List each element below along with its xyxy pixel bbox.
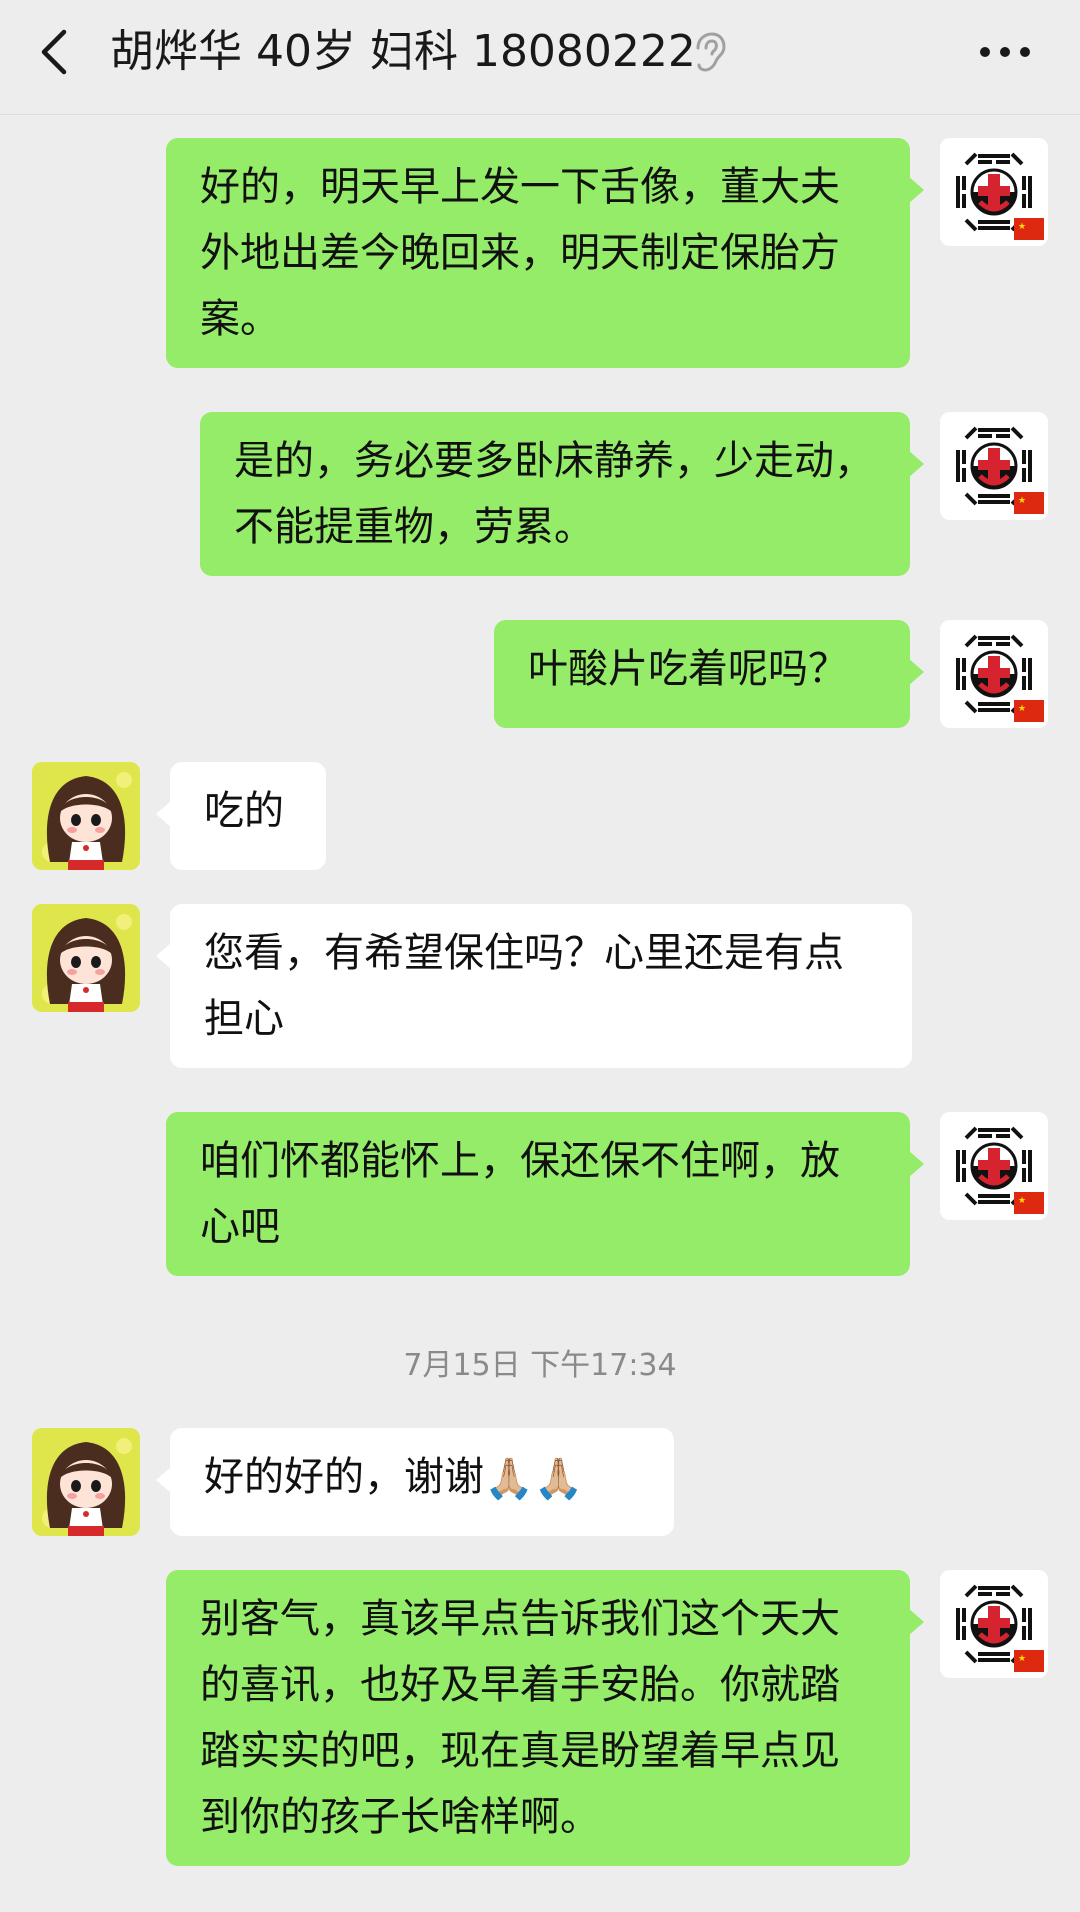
more-options-button[interactable] xyxy=(970,30,1040,74)
contact-avatar[interactable] xyxy=(32,1428,140,1536)
contact-avatar[interactable] xyxy=(32,904,140,1012)
my-message-bubble[interactable]: 别客气，真该早点告诉我们这个天大的喜讯，也好及早着手安胎。你就踏踏实实的吧，现在… xyxy=(166,1570,924,1866)
my-avatar[interactable] xyxy=(940,138,1048,246)
ear-icon xyxy=(690,30,726,74)
contact-avatar[interactable] xyxy=(32,762,140,870)
more-dots-icon xyxy=(980,47,1030,57)
my-avatar[interactable] xyxy=(940,1570,1048,1678)
contact-message-bubble[interactable]: 好的好的，谢谢🙏🏼🙏🏼 xyxy=(156,1428,674,1536)
back-button[interactable] xyxy=(28,22,88,82)
contact-message-bubble[interactable]: 吃的 xyxy=(156,762,326,870)
my-avatar[interactable] xyxy=(940,412,1048,520)
my-avatar[interactable] xyxy=(940,620,1048,728)
my-message-bubble[interactable]: 好的，明天早上发一下舌像，董大夫外地出差今晚回来，明天制定保胎方案。 xyxy=(166,138,924,368)
chat-title: 胡烨华 40岁 妇科 18080222 xyxy=(110,26,696,77)
chat-header: 胡烨华 40岁 妇科 18080222 xyxy=(0,0,1080,115)
pray-emoji-icon: 🙏🏼🙏🏼 xyxy=(484,1456,584,1502)
contact-message-bubble[interactable]: 您看，有希望保住吗？心里还是有点担心 xyxy=(156,904,912,1068)
my-message-bubble[interactable]: 叶酸片吃着呢吗？ xyxy=(494,620,924,728)
chevron-left-icon xyxy=(41,29,67,75)
contact-message-text: 好的好的，谢谢 xyxy=(204,1454,484,1500)
my-avatar[interactable] xyxy=(940,1112,1048,1220)
my-message-bubble[interactable]: 咱们怀都能怀上，保还保不住啊，放心吧 xyxy=(166,1112,924,1276)
my-message-bubble[interactable]: 是的，务必要多卧床静养，少走动，不能提重物，劳累。 xyxy=(200,412,924,576)
chat-timestamp: 7月15日 下午17:34 xyxy=(403,1348,677,1383)
